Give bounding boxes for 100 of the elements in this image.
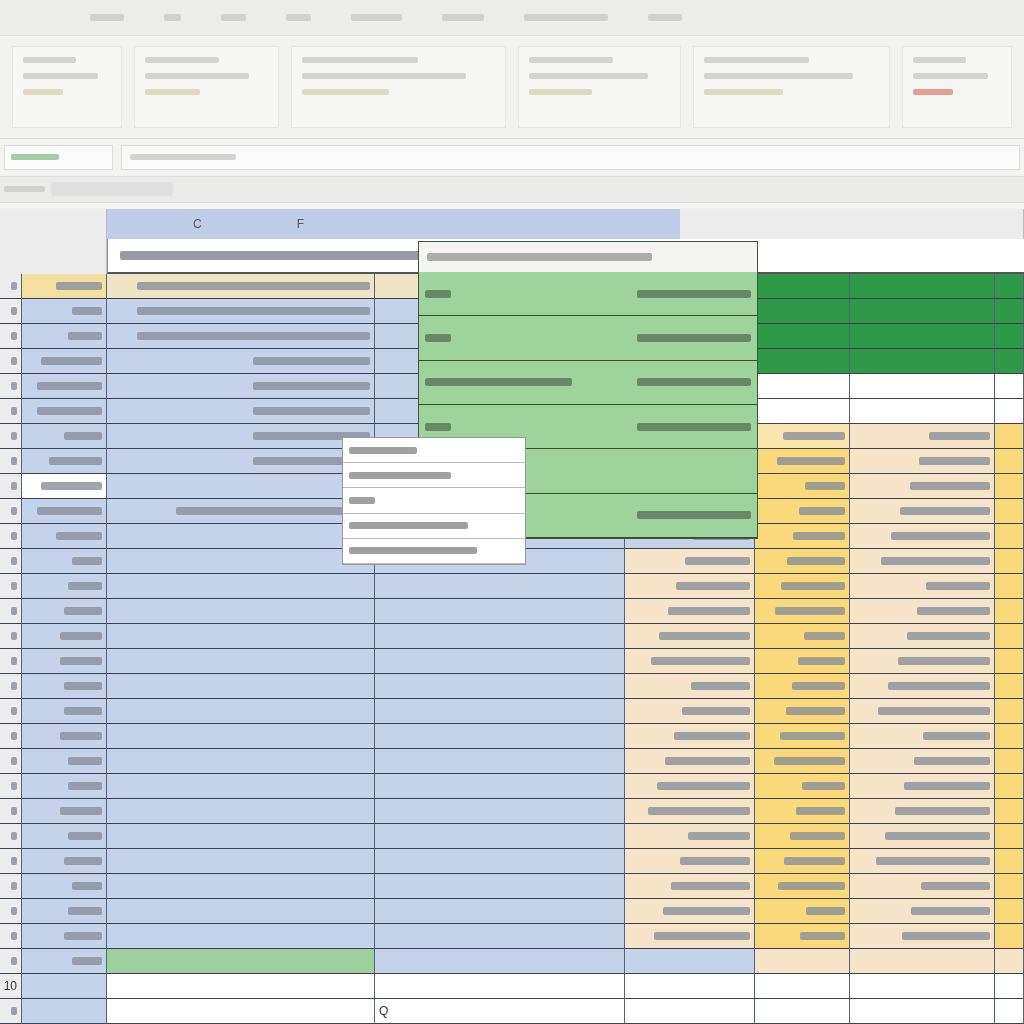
table-cell (995, 949, 1024, 974)
illegible-text-mark (163, 13, 181, 21)
illegible-text-mark (781, 582, 845, 590)
table-cell (995, 999, 1024, 1024)
illegible-text-mark (10, 707, 17, 715)
illegible-text-mark (4, 186, 45, 193)
column-header[interactable]: F (296, 217, 304, 231)
illegible-text-mark (56, 282, 102, 290)
illegible-text-mark (67, 907, 102, 915)
illegible-text-mark (783, 432, 845, 440)
illegible-text-mark (682, 707, 750, 715)
illegible-text-mark (10, 407, 17, 415)
illegible-text-mark (10, 932, 17, 940)
illegible-text-mark (10, 357, 17, 365)
illegible-text-mark (37, 507, 102, 515)
illegible-text-mark (60, 632, 102, 640)
illegible-text-mark (799, 507, 845, 515)
illegible-text-mark (10, 882, 17, 890)
illegible-text-mark (684, 557, 750, 565)
illegible-text-mark (64, 707, 102, 715)
illegible-text-mark (529, 88, 593, 95)
illegible-text-mark (785, 707, 845, 715)
illegible-text-mark (805, 482, 845, 490)
table-cell (995, 399, 1024, 424)
illegible-text-mark (60, 807, 102, 815)
illegible-text-mark (928, 432, 990, 440)
illegible-text-mark (789, 832, 845, 840)
illegible-text-mark (60, 732, 102, 740)
illegible-text-mark (10, 507, 17, 515)
illegible-text-mark (10, 757, 17, 765)
illegible-text-mark (10, 657, 17, 665)
illegible-text-mark (285, 13, 312, 21)
illegible-text-mark (37, 382, 102, 390)
illegible-text-mark (67, 757, 102, 765)
illegible-text-mark (10, 1007, 17, 1015)
illegible-text-mark (67, 332, 102, 340)
table-cell (995, 374, 1024, 399)
illegible-text-mark (690, 682, 750, 690)
illegible-text-mark (64, 932, 102, 940)
illegible-text-mark (10, 457, 17, 465)
illegible-text-mark (920, 882, 990, 890)
illegible-text-mark (777, 457, 845, 465)
illegible-text-mark (797, 657, 845, 665)
illegible-text-mark (10, 382, 17, 390)
illegible-text-mark (64, 432, 102, 440)
table-cell (995, 299, 1024, 324)
illegible-text-mark (779, 732, 845, 740)
illegible-text-mark (37, 407, 102, 415)
illegible-text-mark (10, 482, 17, 490)
cell-value: Q (379, 1004, 389, 1018)
illegible-text-mark (775, 607, 845, 615)
table-cell (995, 324, 1024, 349)
illegible-text-mark (688, 832, 750, 840)
illegible-text-mark (11, 154, 59, 161)
illegible-text-mark (425, 289, 452, 298)
illegible-text-mark (441, 13, 485, 21)
illegible-text-mark (41, 357, 102, 365)
illegible-text-mark (349, 497, 375, 504)
illegible-text-mark (71, 557, 102, 565)
column-header[interactable]: C (193, 217, 202, 231)
row-number: 10 (3, 979, 17, 993)
illegible-text-mark (10, 782, 17, 790)
illegible-text-mark (64, 682, 102, 690)
illegible-text-mark (351, 13, 402, 21)
illegible-text-mark (67, 832, 102, 840)
illegible-text-mark (923, 732, 990, 740)
table-cell (995, 274, 1024, 299)
illegible-text-mark (777, 882, 845, 890)
illegible-text-mark (90, 13, 124, 21)
name-box[interactable] (4, 144, 113, 170)
illegible-text-mark (10, 557, 17, 565)
illegible-text-mark (10, 532, 17, 540)
illegible-text-mark (773, 757, 845, 765)
formula-field[interactable] (121, 144, 1020, 170)
illegible-text-mark (23, 88, 63, 95)
illegible-text-mark (64, 607, 102, 615)
illegible-text-mark (793, 532, 845, 540)
illegible-text-mark (913, 56, 966, 63)
illegible-text-mark (41, 482, 102, 490)
illegible-text-mark (919, 457, 990, 465)
illegible-text-mark (783, 857, 845, 865)
illegible-text-mark (10, 957, 17, 965)
illegible-text-mark (926, 582, 990, 590)
illegible-text-mark (425, 422, 452, 431)
table-cell (995, 349, 1024, 374)
illegible-text-mark (787, 557, 845, 565)
illegible-text-mark (10, 807, 17, 815)
illegible-text-mark (10, 632, 17, 640)
illegible-text-mark (803, 632, 845, 640)
illegible-text-mark (71, 307, 102, 315)
table-cell (995, 974, 1024, 999)
illegible-text-mark (10, 857, 17, 865)
illegible-text-mark (10, 582, 17, 590)
illegible-text-mark (796, 807, 845, 815)
illegible-text-mark (800, 932, 845, 940)
illegible-text-mark (56, 532, 102, 540)
illegible-text-mark (10, 832, 17, 840)
illegible-text-mark (144, 88, 201, 95)
illegible-text-mark (679, 857, 750, 865)
illegible-text-mark (802, 782, 845, 790)
